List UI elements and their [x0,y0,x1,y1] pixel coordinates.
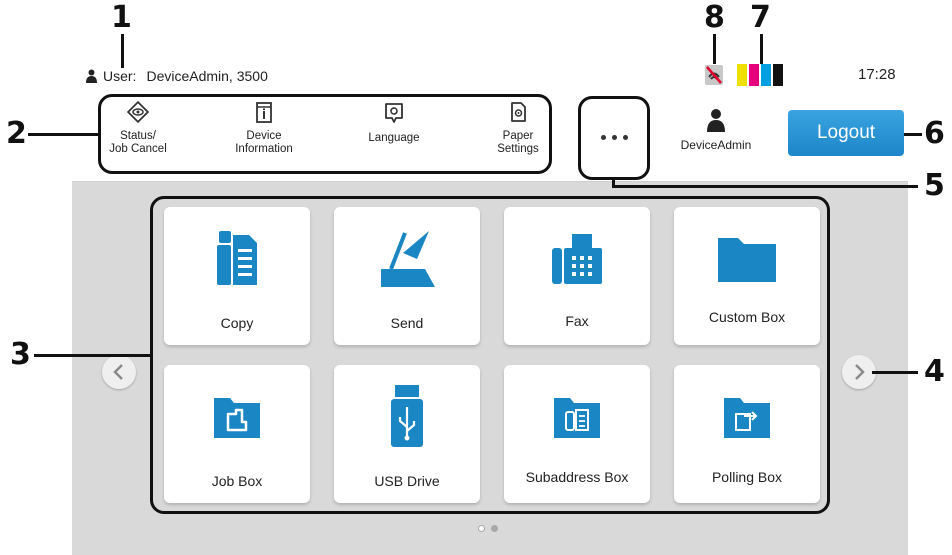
logout-button[interactable]: Logout [788,110,904,156]
toner-cyan [761,64,771,86]
callout-number-8: 8 [704,0,725,35]
callout-line-6 [904,133,922,136]
callout-number-3: 3 [10,337,31,372]
prev-page-button[interactable] [102,355,136,389]
clock: 17:28 [858,66,896,83]
user-value: DeviceAdmin, 3500 [146,68,268,84]
device-panel: User: DeviceAdmin, 3500 17:28 Status/ Jo… [0,0,952,555]
page-dot-current [478,525,485,532]
callout-number-6: 6 [924,116,945,151]
wireless-off-icon [705,65,723,85]
callout-line-8 [713,34,716,64]
callout-number-2: 2 [6,116,27,151]
callout-line-1 [121,34,124,68]
user-small-icon [86,69,97,83]
user-icon [707,109,725,132]
callout-line-4 [872,371,918,374]
account-name: DeviceAdmin [680,138,752,152]
page-dot [491,525,498,532]
toner-black [773,64,783,86]
chevron-right-icon [855,364,865,380]
user-status: User: DeviceAdmin, 3500 [86,66,268,86]
page-indicator [478,525,498,532]
account-button[interactable]: DeviceAdmin [666,108,766,152]
callout-outline-tiles [150,196,830,514]
callout-number-7: 7 [750,0,771,35]
callout-line-3 [34,354,152,357]
callout-number-1: 1 [111,0,132,35]
chevron-left-icon [113,364,123,380]
user-label: User: [103,68,137,84]
top-divider [72,181,908,182]
callout-outline-more [578,96,650,180]
toner-magenta [749,64,759,86]
callout-line-5b [612,185,918,188]
callout-number-5: 5 [924,168,945,203]
callout-line-7 [760,34,763,64]
next-page-button[interactable] [842,355,876,389]
toner-level-icon [737,64,783,86]
callout-outline-quick-settings [98,94,552,174]
callout-line-2 [28,133,100,136]
callout-number-4: 4 [924,354,945,389]
toner-yellow [737,64,747,86]
